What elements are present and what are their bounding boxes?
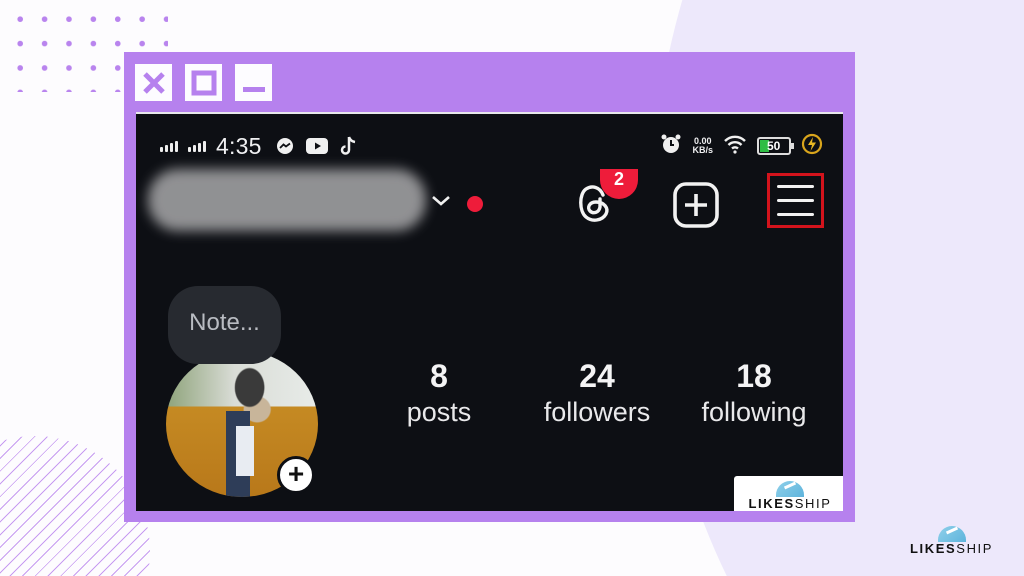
youtube-icon	[305, 138, 328, 154]
wifi-icon	[723, 134, 747, 159]
plus-square-icon	[673, 182, 719, 228]
minimize-icon	[242, 86, 265, 92]
posts-label: posts	[406, 397, 472, 427]
signal-icon	[188, 140, 206, 152]
following-count: 18	[736, 358, 772, 394]
messenger-icon	[276, 137, 294, 155]
alarm-icon	[660, 133, 682, 160]
menu-line	[777, 199, 814, 202]
battery-indicator: 50	[757, 137, 794, 155]
ship-icon	[776, 481, 804, 497]
brand-logo: LIKESSHIP	[910, 526, 993, 556]
notification-dot	[467, 196, 483, 212]
status-bar: 4:35 0.00 KB/s 50	[160, 132, 823, 160]
add-story-button[interactable]: +	[277, 456, 315, 494]
likesship-logo: LIKESSHIP	[734, 481, 843, 511]
window-frame: 4:35 0.00 KB/s 50 2 Note... + 8 posts 24…	[124, 52, 855, 522]
status-right: 0.00 KB/s 50	[660, 132, 823, 160]
maximize-button[interactable]	[185, 64, 222, 101]
charging-icon	[801, 133, 823, 160]
tiktok-icon	[340, 136, 358, 156]
network-speed: 0.00 KB/s	[692, 136, 713, 155]
create-post-button[interactable]	[671, 180, 721, 235]
chevron-down-icon[interactable]	[430, 194, 452, 213]
close-button[interactable]	[135, 64, 172, 101]
menu-line	[777, 213, 814, 216]
ship-icon	[937, 526, 966, 542]
username-blurred[interactable]	[148, 169, 426, 231]
phone-screenshot: 4:35 0.00 KB/s 50 2 Note... + 8 posts 24…	[136, 112, 843, 511]
likesship-logo: LIKESSHIP	[910, 526, 993, 556]
close-icon	[142, 71, 165, 94]
status-time: 4:35	[216, 132, 262, 159]
minimize-button[interactable]	[235, 64, 272, 101]
menu-line	[777, 185, 814, 188]
stat-posts[interactable]: 8 posts	[390, 357, 488, 429]
following-label: following	[701, 397, 807, 427]
watermark-inner: LIKESSHIP	[734, 476, 843, 511]
followers-label: followers	[543, 397, 651, 427]
signal-icon	[160, 140, 178, 152]
note-bubble[interactable]: Note...	[168, 286, 281, 364]
posts-count: 8	[430, 358, 448, 394]
hamburger-menu-button[interactable]	[767, 173, 824, 228]
stat-following[interactable]: 18 following	[689, 357, 819, 429]
stat-followers[interactable]: 24 followers	[530, 357, 664, 429]
followers-count: 24	[579, 358, 615, 394]
maximize-icon	[191, 70, 216, 95]
